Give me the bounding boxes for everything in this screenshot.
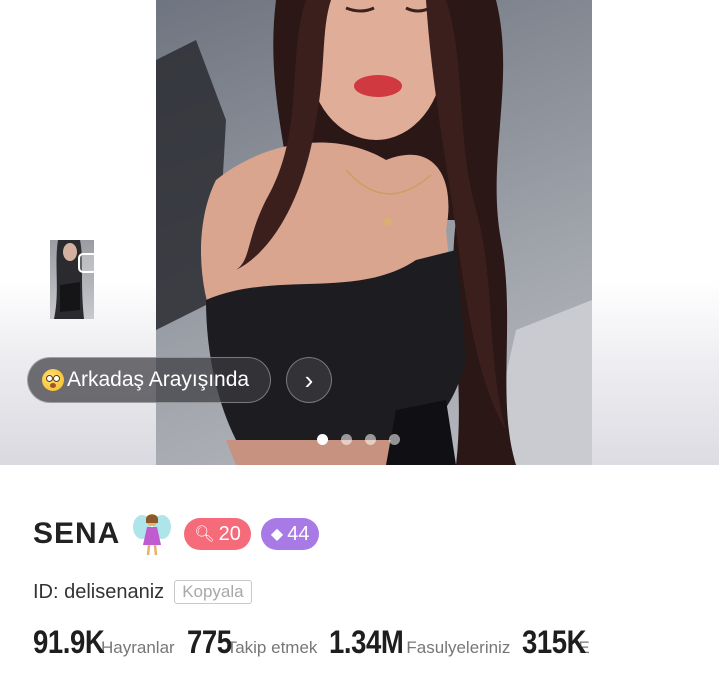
fans-count[interactable]: 91.9K xyxy=(33,624,105,661)
fairy-emoji-icon xyxy=(132,511,172,557)
e-count[interactable]: 315K xyxy=(522,624,587,661)
copy-id-button[interactable]: Kopyala xyxy=(174,580,252,604)
profile-stats: 91.9K Hayranlar 775 Takip etmek 1.34M Fa… xyxy=(33,624,602,661)
carousel-dot[interactable] xyxy=(317,434,328,445)
multi-photo-icon xyxy=(78,253,98,273)
chevron-right-icon: › xyxy=(304,365,314,395)
carousel-dot[interactable] xyxy=(341,434,352,445)
profile-id: ID: delisenaniz xyxy=(33,580,165,603)
carousel-backdrop-right xyxy=(592,0,719,465)
fans-label[interactable]: Hayranlar xyxy=(101,638,175,658)
following-count[interactable]: 775 xyxy=(187,624,232,661)
status-pill[interactable]: Arkadaş Arayışında xyxy=(27,357,271,403)
carousel-indicator xyxy=(317,434,400,445)
carousel-dot[interactable] xyxy=(389,434,400,445)
level-badge: 🔍︎ 20 xyxy=(184,518,251,550)
beans-count[interactable]: 1.34M xyxy=(329,624,404,661)
status-next-button[interactable]: › xyxy=(286,357,332,403)
flushed-face-emoji-icon xyxy=(42,369,64,391)
carousel-dot[interactable] xyxy=(365,434,376,445)
vip-badge: ◆ 44 xyxy=(260,518,320,550)
profile-id-row: ID: delisenaniz Kopyala xyxy=(33,580,252,604)
status-text: Arkadaş Arayışında xyxy=(67,368,250,391)
following-label[interactable]: Takip etmek xyxy=(227,638,318,658)
diamond-icon: ◆ xyxy=(270,526,284,543)
search-icon: 🔍︎ xyxy=(194,526,215,543)
profile-photo-carousel[interactable]: Arkadaş Arayışında › xyxy=(0,0,719,465)
vip-badge-value: 44 xyxy=(287,522,310,545)
profile-name-row: SENA 🔍︎ 20 ◆ 44 xyxy=(33,511,329,557)
profile-name: SENA xyxy=(33,517,121,550)
beans-label[interactable]: Fasulyeleriniz xyxy=(406,638,510,658)
level-badge-value: 20 xyxy=(218,522,241,545)
photo-thumbnail[interactable] xyxy=(50,240,94,319)
